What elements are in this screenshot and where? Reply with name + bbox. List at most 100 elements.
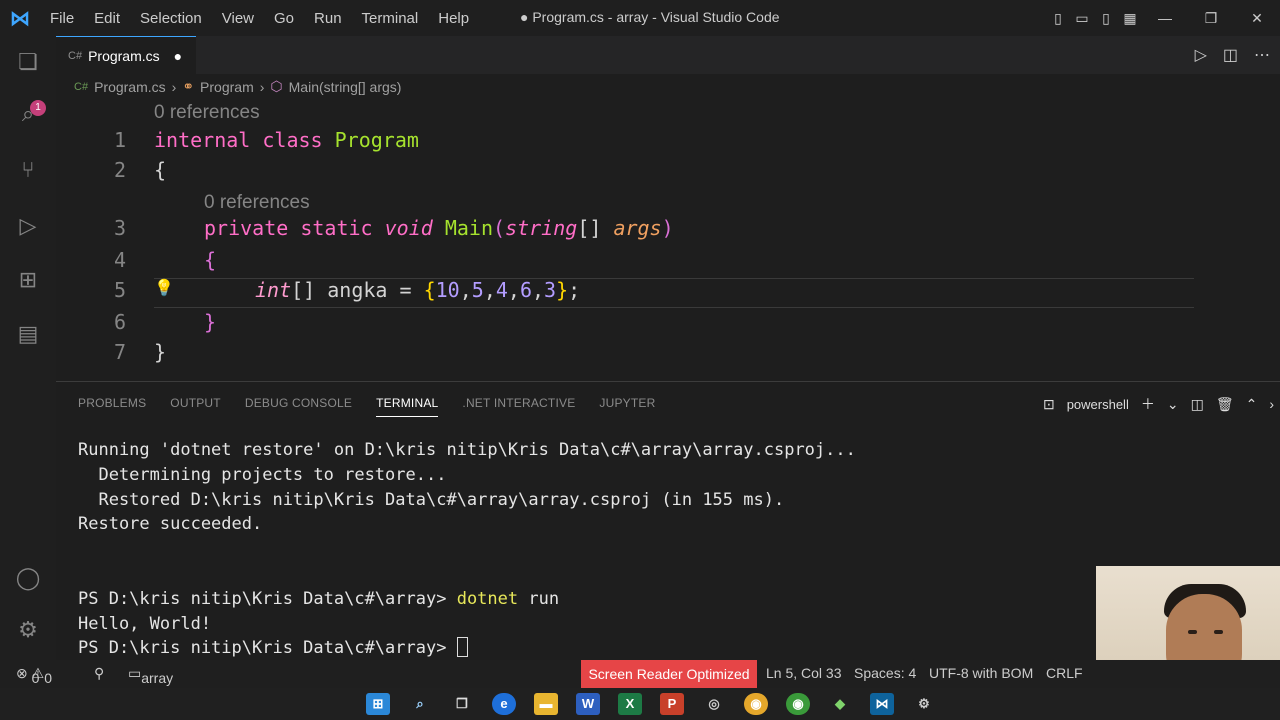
minimize-icon[interactable]: —: [1142, 10, 1188, 26]
menu-bar: File Edit Selection View Go Run Terminal…: [40, 10, 479, 27]
terminal-line: PS D:\kris nitip\Kris Data\c#\array>: [78, 636, 856, 661]
word-icon[interactable]: W: [576, 693, 600, 715]
chevron-down-icon[interactable]: ⌄: [1167, 396, 1179, 413]
panel-actions: ⊡ powershell ＋ ⌄ ◫ 🗑 ⌃ ›: [1043, 394, 1274, 414]
line-ending[interactable]: CRLF: [1046, 665, 1083, 681]
explorer-icon[interactable]: ❏: [14, 48, 42, 76]
line-number: 1: [113, 128, 126, 152]
screen-reader-status[interactable]: Screen Reader Optimized: [581, 660, 757, 688]
line-number: 7: [113, 340, 126, 364]
split-editor-icon[interactable]: ◫: [1223, 45, 1238, 65]
search-icon[interactable]: ⌕: [408, 693, 432, 715]
line-number: 6: [113, 310, 126, 334]
chevron-right-icon: ›: [259, 78, 265, 95]
lightbulb-icon[interactable]: 💡: [154, 278, 174, 297]
new-terminal-icon[interactable]: ＋: [1141, 394, 1155, 414]
codelens-references[interactable]: 0 references: [204, 192, 310, 214]
chrome-dev-icon[interactable]: ◉: [786, 693, 810, 715]
kill-terminal-icon[interactable]: 🗑: [1216, 396, 1234, 413]
tab-problems[interactable]: PROBLEMS: [78, 396, 146, 417]
search-icon[interactable]: ⌕: [14, 100, 42, 128]
vscode-logo-icon: ⋈: [10, 7, 30, 30]
csharp-file-icon: C#: [68, 49, 83, 62]
run-icon[interactable]: ▷: [1195, 45, 1207, 65]
tab-jupyter[interactable]: JUPYTER: [599, 396, 655, 417]
menu-edit[interactable]: Edit: [84, 10, 130, 27]
excel-icon[interactable]: X: [618, 693, 642, 715]
tab-debug-console[interactable]: DEBUG CONSOLE: [245, 396, 352, 417]
close-panel-icon[interactable]: ›: [1269, 396, 1274, 412]
code-line: 5 int[] angka = {10,5,4,6,3};: [56, 278, 1280, 308]
class-icon: ⚭: [182, 78, 195, 94]
code-text: {: [204, 248, 217, 272]
tab-dotnet-interactive[interactable]: .NET INTERACTIVE: [462, 396, 575, 417]
breadcrumb-file[interactable]: Program.cs: [94, 79, 166, 95]
run-debug-icon[interactable]: ▷: [14, 212, 42, 240]
toggle-panel-icon[interactable]: ▭: [1070, 10, 1094, 27]
unsaved-dot-icon[interactable]: ●: [174, 48, 182, 64]
windows-start-icon[interactable]: ⊞: [366, 693, 390, 715]
folder-status[interactable]: ▭ array: [128, 665, 173, 686]
powerpoint-icon[interactable]: P: [660, 693, 684, 715]
breadcrumb-method[interactable]: Main(string[] args): [289, 79, 402, 95]
terminal-line: Hello, World!: [78, 613, 212, 634]
code-text: {: [154, 158, 167, 182]
code-text: }: [204, 310, 217, 334]
code-editor[interactable]: 0 references 1 internal class Program 2 …: [56, 98, 1280, 382]
extensions-icon[interactable]: ⊞: [14, 266, 42, 294]
panel-tabs: PROBLEMS OUTPUT DEBUG CONSOLE TERMINAL .…: [78, 396, 655, 417]
edge-icon[interactable]: e: [492, 693, 516, 715]
file-explorer-icon[interactable]: ▬: [534, 693, 558, 715]
problems-status[interactable]: ⊗ 0 ⚠ 0: [16, 665, 52, 686]
source-control-icon[interactable]: ⑂: [14, 156, 42, 184]
menu-terminal[interactable]: Terminal: [352, 10, 429, 27]
terminal-shell-icon: ⊡: [1042, 395, 1055, 412]
menu-view[interactable]: View: [212, 10, 264, 27]
tab-terminal[interactable]: TERMINAL: [376, 396, 439, 417]
toggle-secondary-sidebar-icon[interactable]: ▯: [1094, 10, 1118, 27]
terminal-shell-label[interactable]: powershell: [1067, 397, 1129, 412]
vscode-taskbar-icon[interactable]: ⋈: [870, 693, 894, 715]
editor-actions: ▷ ◫ ⋯: [1195, 45, 1270, 65]
encoding[interactable]: UTF-8 with BOM: [929, 665, 1033, 681]
terminal-line: Restore succeeded.: [78, 514, 263, 535]
menu-help[interactable]: Help: [428, 10, 479, 27]
csharp-file-icon: C#: [74, 80, 89, 93]
restore-icon[interactable]: ❐: [1188, 10, 1234, 27]
breadcrumb-class[interactable]: Program: [200, 79, 254, 95]
menu-selection[interactable]: Selection: [130, 10, 212, 27]
accounts-icon[interactable]: ◯: [14, 564, 42, 592]
code-line: 4 {: [56, 248, 1280, 278]
menu-file[interactable]: File: [40, 10, 84, 27]
cursor-position[interactable]: Ln 5, Col 33: [766, 665, 842, 681]
menu-go[interactable]: Go: [264, 10, 304, 27]
tab-program-cs[interactable]: C# Program.cs ●: [56, 36, 196, 74]
chevron-right-icon: ›: [171, 78, 177, 95]
toggle-primary-sidebar-icon[interactable]: ▯: [1046, 10, 1070, 27]
app-icon[interactable]: ◆: [828, 693, 852, 715]
codelens-references[interactable]: 0 references: [154, 102, 260, 124]
terminal-output[interactable]: Running 'dotnet restore' on D:\kris niti…: [78, 438, 856, 661]
terminal-line: Determining projects to restore...: [78, 464, 447, 485]
window-title: ● Program.cs - array - Visual Studio Cod…: [520, 9, 780, 25]
tab-output[interactable]: OUTPUT: [170, 396, 221, 417]
split-terminal-icon[interactable]: ◫: [1191, 396, 1204, 413]
indentation[interactable]: Spaces: 4: [854, 665, 916, 681]
customize-layout-icon[interactable]: ▦: [1118, 10, 1142, 27]
settings-gear-icon[interactable]: ⚙: [912, 693, 936, 715]
chrome-icon[interactable]: ◉: [744, 693, 768, 715]
close-icon[interactable]: ✕: [1234, 10, 1280, 27]
settings-gear-icon[interactable]: ⚙: [14, 616, 42, 644]
obs-icon[interactable]: ◎: [702, 693, 726, 715]
window-controls: ▯ ▭ ▯ ▦ — ❐ ✕: [1046, 0, 1280, 36]
terminal-line: Running 'dotnet restore' on D:\kris niti…: [78, 440, 856, 460]
maximize-panel-icon[interactable]: ⌃: [1246, 396, 1258, 413]
code-line: 7 }: [56, 340, 1280, 370]
line-number: 3: [113, 216, 126, 240]
testing-icon[interactable]: ▤: [14, 320, 42, 348]
more-actions-icon[interactable]: ⋯: [1254, 45, 1270, 65]
menu-run[interactable]: Run: [304, 10, 352, 27]
task-view-icon[interactable]: ❐: [450, 693, 474, 715]
code-text: }: [154, 340, 167, 364]
broadcast-icon[interactable]: ⚲: [94, 665, 104, 682]
